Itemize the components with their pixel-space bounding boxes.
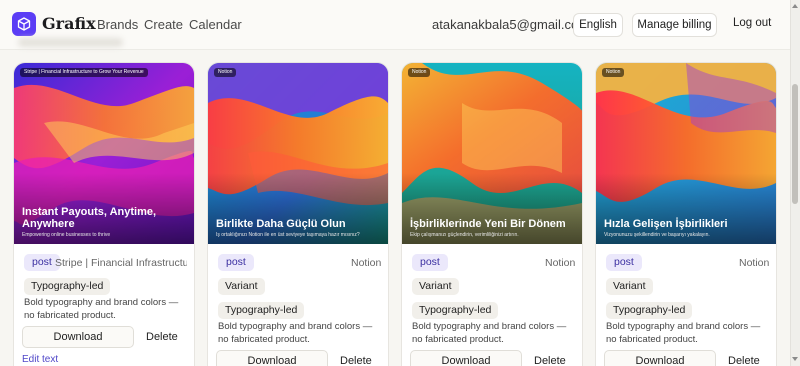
creative-image[interactable]: Notion Birlikte Daha Güçlü Olun İş ortak… <box>208 63 388 244</box>
delete-button[interactable]: Delete <box>146 331 178 343</box>
style-tag: Typography-led <box>218 302 305 319</box>
user-email: atakanakbala5@gmail.com <box>432 17 590 32</box>
creative-subtitle: Empowering online businesses to thrive <box>22 232 111 238</box>
creative-title: Hızla Gelişen İşbirlikleri <box>604 218 728 230</box>
creative-image[interactable]: Notion Hızla Gelişen İşbirlikleri Vizyon… <box>596 63 776 244</box>
variant-tag: Variant <box>218 278 265 295</box>
post-badge: post <box>606 254 642 271</box>
nav-link-create[interactable]: Create <box>144 17 183 32</box>
logout-button[interactable]: Log out <box>733 17 771 29</box>
brand-name: Notion <box>739 257 770 269</box>
language-button[interactable]: English <box>573 13 623 37</box>
creative-subtitle: Ekip çalışmanızı güçlendirin, verimliliğ… <box>410 232 519 238</box>
style-tag: Typography-led <box>24 278 111 295</box>
creative-title: Birlikte Daha Güçlü Olun <box>216 218 346 230</box>
creative-description: Bold typography and brand colors — no fa… <box>218 321 373 345</box>
manage-billing-button[interactable]: Manage billing <box>632 13 717 37</box>
post-badge: post <box>412 254 448 271</box>
creative-card: Notion Hızla Gelişen İşbirlikleri Vizyon… <box>595 62 777 366</box>
scroll-down-arrow-icon[interactable] <box>792 357 798 361</box>
nav-link-brands[interactable]: Brands <box>97 17 138 32</box>
creative-card: Notion İşbirliklerinde Yeni Bir Dönem Ek… <box>401 62 583 366</box>
download-button[interactable]: Download <box>22 326 134 348</box>
delete-button[interactable]: Delete <box>534 355 566 366</box>
creative-description: Bold typography and brand colors — no fa… <box>24 297 179 321</box>
brand-chip: Notion <box>602 68 625 77</box>
edit-text-link[interactable]: Edit text <box>22 354 58 365</box>
creative-title: İşbirliklerinde Yeni Bir Dönem <box>410 218 566 230</box>
app-name[interactable]: Grafix <box>42 14 96 33</box>
creative-subtitle: İş ortaklığınızı Notion ile en üst seviy… <box>216 232 360 238</box>
variant-tag: Variant <box>412 278 459 295</box>
brand-name: Notion <box>545 257 576 269</box>
variant-tag: Variant <box>606 278 653 295</box>
download-button[interactable]: Download <box>410 350 522 366</box>
download-button[interactable]: Download <box>216 350 328 366</box>
brand-name: Stripe | Financial Infrastructu… <box>55 257 187 269</box>
delete-button[interactable]: Delete <box>340 355 372 366</box>
creative-card: Notion Birlikte Daha Güçlü Olun İş ortak… <box>207 62 389 366</box>
brand-name: Notion <box>351 257 382 269</box>
creative-title: Instant Payouts, Anytime, Anywhere <box>22 206 157 230</box>
scrollbar-thumb[interactable] <box>792 84 798 204</box>
creative-card: Stripe | Financial Infrastructure to Gro… <box>13 62 195 366</box>
logo-cube-icon[interactable] <box>12 12 36 36</box>
delete-button[interactable]: Delete <box>728 355 760 366</box>
post-badge: post <box>218 254 254 271</box>
creative-description: Bold typography and brand colors — no fa… <box>412 321 567 345</box>
blurred-heading <box>18 38 123 47</box>
brand-chip: Notion <box>408 68 431 77</box>
scroll-up-arrow-icon[interactable] <box>792 4 798 8</box>
nav-link-calendar[interactable]: Calendar <box>189 17 242 32</box>
brand-chip: Notion <box>214 68 237 77</box>
creative-image[interactable]: Notion İşbirliklerinde Yeni Bir Dönem Ek… <box>402 63 582 244</box>
brand-chip: Stripe | Financial Infrastructure to Gro… <box>20 68 148 77</box>
download-button[interactable]: Download <box>604 350 716 366</box>
creative-subtitle: Vizyonunuzu şekillendirin ve başarıyı ya… <box>604 232 710 238</box>
creative-image[interactable]: Stripe | Financial Infrastructure to Gro… <box>14 63 194 244</box>
style-tag: Typography-led <box>606 302 693 319</box>
creative-description: Bold typography and brand colors — no fa… <box>606 321 761 345</box>
style-tag: Typography-led <box>412 302 499 319</box>
